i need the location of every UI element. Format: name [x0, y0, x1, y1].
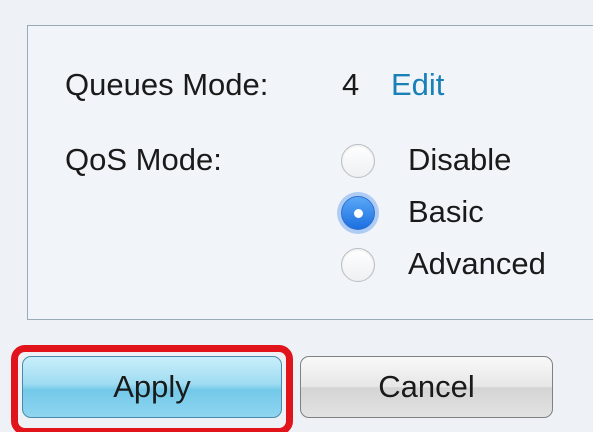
qos-settings-screen: Queues Mode: 4 Edit QoS Mode: Disable Ba… — [0, 0, 593, 432]
cancel-button[interactable]: Cancel — [300, 356, 553, 418]
qos-settings-panel: Queues Mode: 4 Edit QoS Mode: Disable Ba… — [27, 25, 593, 320]
radio-advanced[interactable] — [341, 248, 375, 282]
queues-mode-label: Queues Mode: — [65, 67, 269, 102]
radio-disable[interactable] — [341, 144, 375, 178]
queues-mode-edit-link[interactable]: Edit — [391, 67, 444, 103]
qos-mode-label: QoS Mode: — [65, 142, 222, 177]
radio-basic-label[interactable]: Basic — [408, 194, 484, 230]
radio-basic[interactable] — [341, 196, 375, 230]
queues-mode-value: 4 — [342, 67, 360, 102]
radio-disable-label[interactable]: Disable — [408, 142, 511, 178]
apply-button[interactable]: Apply — [22, 356, 282, 418]
radio-advanced-label[interactable]: Advanced — [408, 246, 546, 282]
